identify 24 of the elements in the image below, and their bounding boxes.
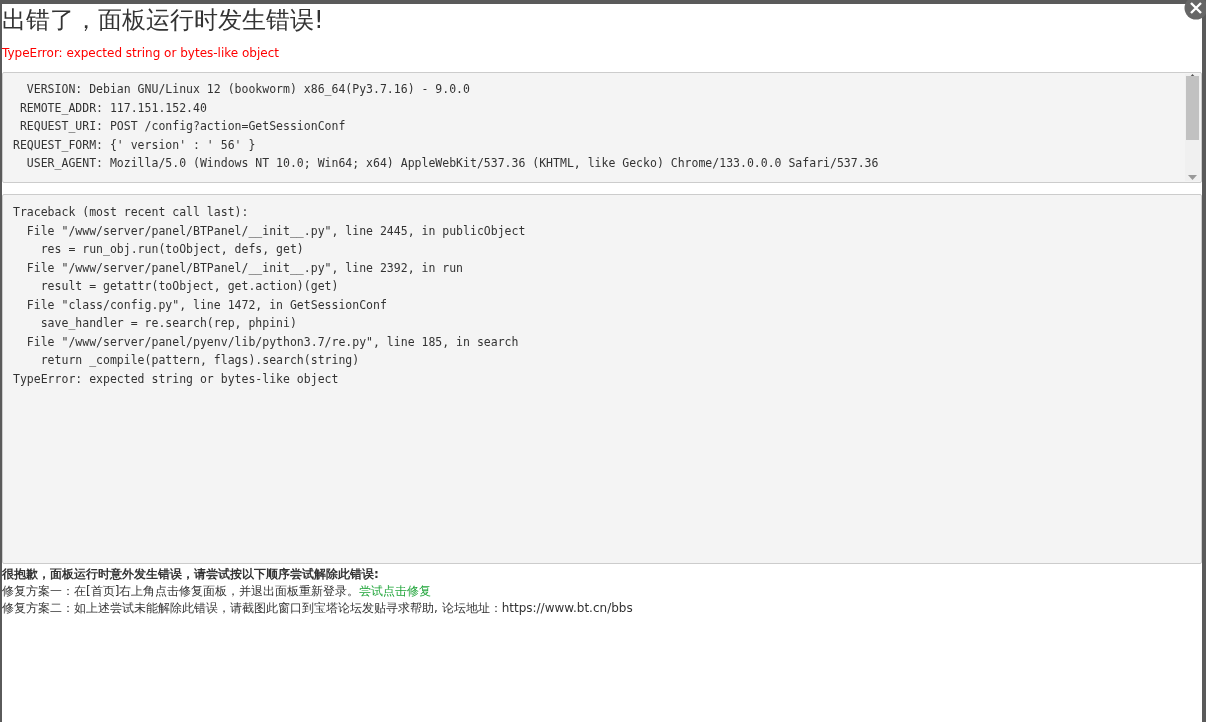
traceback-line: File "/www/server/panel/BTPanel/__init__.py", line 2392, in run xyxy=(25,259,464,277)
info-line: VERSION: Debian GNU/Linux 12 (bookworm) x86_64(Py3.7.16) - 9.0.0 xyxy=(25,81,471,98)
traceback-line: res = run_obj.run(toObject, defs, get) xyxy=(39,241,304,258)
help-step: 修复方案二：如上述尝试未能解除此错误，请截图此窗口到宝塔论坛发贴寻求帮助, 论坛地址：https://www.bt.cn/bbs xyxy=(2,601,633,615)
traceback-line: result = getattr(toObject, get.action)(get) xyxy=(39,278,339,295)
traceback-line: return _compile(pattern, flags).search(string) xyxy=(39,352,360,369)
traceback-line: File "/www/server/panel/BTPanel/__init__.py", line 2445, in publicObject xyxy=(25,222,526,240)
close-icon[interactable] xyxy=(1184,0,1206,20)
error-message: TypeError: expected string or bytes-like object xyxy=(2,46,279,60)
info-line: USER_AGENT: Mozilla/5.0 (Windows NT 10.0; Win64; x64) AppleWebKit/537.36 (KHTML, like Gecko) Chrome/133.0.0.0 Safari/537.36 xyxy=(25,155,879,172)
help-heading: 很抱歉，面板运行时意外发生错误，请尝试按以下顺序尝试解除此错误: xyxy=(2,566,379,583)
scrollbar[interactable] xyxy=(1185,74,1200,181)
repair-link[interactable]: 尝试点击修复 xyxy=(359,584,432,598)
info-line: REQUEST_FORM: {' version' : ' 56' } xyxy=(13,136,257,154)
info-line: REQUEST_URI: POST /config?action=GetSessionConf xyxy=(18,118,347,135)
info-line: REMOTE_ADDR: 117.151.152.40 xyxy=(18,99,208,117)
traceback-line: File "class/config.py", line 1472, in GetSessionConf xyxy=(25,296,387,314)
dialog-title: 出错了，面板运行时发生错误! xyxy=(2,5,324,34)
traceback-line: TypeError: expected string or bytes-like object xyxy=(13,370,339,388)
traceback-line: save_handler = re.search(rep, phpini) xyxy=(39,315,297,332)
traceback-line: Traceback (most recent call last): xyxy=(13,204,249,221)
scroll-down-arrow-icon[interactable] xyxy=(1188,175,1197,181)
help-step: 修复方案一：在[首页]右上角点击修复面板，并退出面板重新登录。 xyxy=(2,584,360,598)
traceback-line: File "/www/server/panel/pyenv/lib/python3.7/re.py", line 185, in search xyxy=(25,333,519,351)
